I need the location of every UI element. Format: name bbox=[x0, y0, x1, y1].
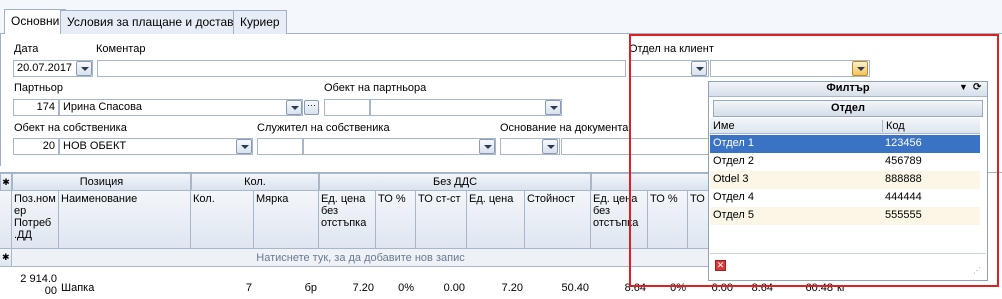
cell-position: 2 914.0 00 bbox=[20, 273, 57, 297]
popup-divider bbox=[710, 253, 986, 254]
cell-price: 7.20 bbox=[501, 282, 523, 294]
column-header[interactable]: ТО bbox=[688, 191, 709, 249]
cell-disc-pct-vat: 0% bbox=[670, 282, 686, 294]
resize-grip-icon[interactable]: ⋰ bbox=[973, 266, 981, 275]
column-header[interactable]: Поз.ном ер Потреб .ДД bbox=[12, 191, 59, 249]
group-header-position: Позиция bbox=[12, 173, 191, 191]
grid-options-icon[interactable]: ✱ bbox=[0, 173, 12, 191]
cell-name: Шапка bbox=[61, 282, 95, 294]
column-header[interactable]: Ед. цена без отстъпка bbox=[591, 191, 648, 249]
collapse-icon[interactable]: ▼ bbox=[959, 82, 968, 92]
partner-object-label: Обект на партньора bbox=[324, 82, 427, 94]
item-name: Отдел 2 bbox=[713, 155, 754, 167]
column-header[interactable]: Стойност bbox=[525, 191, 591, 249]
doc-basis-dropdown-button[interactable] bbox=[542, 139, 558, 154]
new-row-icon: ✱ bbox=[0, 249, 12, 267]
item-name: Отдел 5 bbox=[713, 209, 754, 221]
date-label: Дата bbox=[14, 43, 39, 55]
item-code: 123456 bbox=[885, 137, 922, 149]
list-item[interactable]: Отдел 5 555555 bbox=[710, 207, 980, 225]
comment-field[interactable] bbox=[97, 60, 626, 77]
cell-price-vat: 8.64 bbox=[751, 282, 773, 294]
row-indicator-header bbox=[0, 191, 12, 249]
dropdown-column-headers: Име Код bbox=[710, 118, 980, 134]
tab-courier[interactable]: Куриер bbox=[233, 10, 287, 34]
client-dept-label: Отдел на клиент bbox=[629, 43, 714, 55]
partner-label: Партньор bbox=[14, 82, 63, 94]
clear-icon[interactable]: ✕ bbox=[715, 260, 726, 271]
column-header-name[interactable]: Име bbox=[713, 120, 735, 132]
client-dept-code-dropdown-button[interactable] bbox=[691, 61, 707, 76]
owner-employee-label: Служител на собственика bbox=[257, 122, 390, 134]
column-header[interactable]: Кол. bbox=[191, 191, 254, 249]
tab-payment-delivery[interactable]: Условия за плащане и доставка bbox=[60, 10, 253, 34]
owner-object-label: Обект на собственика bbox=[14, 122, 127, 134]
column-header[interactable]: ТО ст-ст bbox=[416, 191, 467, 249]
owner-object-code-field[interactable]: 20 bbox=[13, 138, 59, 155]
cell-disc-val-vat: 0.00 bbox=[711, 282, 733, 294]
partner-object-name-field[interactable] bbox=[370, 99, 562, 116]
list-item[interactable]: Отдел 2 456789 bbox=[710, 153, 980, 171]
filter-header[interactable]: Филтър ▼ ⟳ bbox=[709, 82, 987, 97]
cell-unit: бр bbox=[304, 282, 317, 294]
column-header[interactable]: Наименование bbox=[59, 191, 191, 249]
column-header-code[interactable]: Код bbox=[882, 120, 905, 132]
owner-employee-name-field[interactable] bbox=[303, 138, 496, 155]
cell-disc-pct: 0% bbox=[398, 282, 414, 294]
refresh-icon[interactable]: ⟳ bbox=[973, 82, 981, 93]
owner-object-name-field[interactable]: НОВ ОБЕКТ bbox=[59, 138, 253, 155]
owner-object-dropdown-button[interactable] bbox=[236, 139, 252, 154]
cell-disc-val: 0.00 bbox=[443, 282, 465, 294]
item-code: 555555 bbox=[885, 209, 922, 221]
item-code: 444444 bbox=[885, 191, 922, 203]
client-dept-dropdown-button[interactable] bbox=[852, 61, 868, 76]
tab-main[interactable]: Основни bbox=[4, 9, 67, 34]
client-dept-name-field[interactable] bbox=[710, 60, 870, 77]
partner-dropdown-button[interactable] bbox=[286, 100, 302, 115]
item-name: Отдел 1 bbox=[713, 137, 754, 149]
partner-more-button[interactable]: ··· bbox=[304, 100, 319, 115]
group-header-no-vat: Без ДДС bbox=[319, 173, 591, 191]
new-record-row[interactable]: Натиснете тук, за да добавите нов запис bbox=[12, 249, 709, 267]
list-item[interactable]: Отдел 4 444444 bbox=[710, 189, 980, 207]
cell-total-vat: 60.48 bbox=[805, 282, 833, 294]
item-name: Otdel 3 bbox=[713, 173, 749, 185]
group-header-qty: Кол. bbox=[191, 173, 319, 191]
owner-employee-dropdown-button[interactable] bbox=[479, 139, 495, 154]
cell-price-nodisc-vat: 8.64 bbox=[624, 282, 646, 294]
group-by-department[interactable]: Отдел bbox=[713, 100, 983, 117]
column-header[interactable]: Ед. цена bbox=[467, 191, 525, 249]
column-header[interactable]: ТО % bbox=[648, 191, 688, 249]
list-item[interactable]: Отдел 1 123456 bbox=[710, 135, 980, 153]
partner-object-code-field[interactable] bbox=[324, 99, 370, 116]
column-header[interactable]: Мярка bbox=[254, 191, 319, 249]
department-dropdown-popup: Филтър ▼ ⟳ Отдел Име Код Отдел 1 123456 … bbox=[708, 81, 988, 281]
column-header[interactable]: ТО % bbox=[376, 191, 416, 249]
partner-name-field[interactable]: Ирина Спасова bbox=[59, 99, 303, 116]
comment-label: Коментар bbox=[96, 43, 146, 55]
owner-employee-code-field[interactable] bbox=[257, 138, 303, 155]
item-code: 456789 bbox=[885, 155, 922, 167]
tab-strip: Основни Условия за плащане и доставка Ку… bbox=[0, 0, 1002, 34]
filter-label: Филтър bbox=[826, 82, 870, 94]
list-item[interactable]: Otdel 3 888888 bbox=[710, 171, 980, 189]
item-code: 888888 bbox=[885, 173, 922, 185]
group-header-with-vat bbox=[591, 173, 709, 191]
doc-basis-label: Основание на документа bbox=[500, 122, 629, 134]
cell-total: 50.40 bbox=[561, 282, 589, 294]
date-dropdown-button[interactable] bbox=[76, 61, 92, 76]
doc-basis-name-field[interactable] bbox=[561, 138, 711, 155]
column-header[interactable]: Ед. цена без отстъпка bbox=[319, 191, 376, 249]
partner-code-field[interactable]: 174 bbox=[13, 99, 59, 116]
cell-price-nodisc: 7.20 bbox=[352, 282, 374, 294]
item-name: Отдел 4 bbox=[713, 191, 754, 203]
cell-unit-vat: кг bbox=[837, 282, 846, 294]
partner-object-dropdown-button[interactable] bbox=[545, 100, 561, 115]
cell-qty: 7 bbox=[245, 282, 252, 294]
